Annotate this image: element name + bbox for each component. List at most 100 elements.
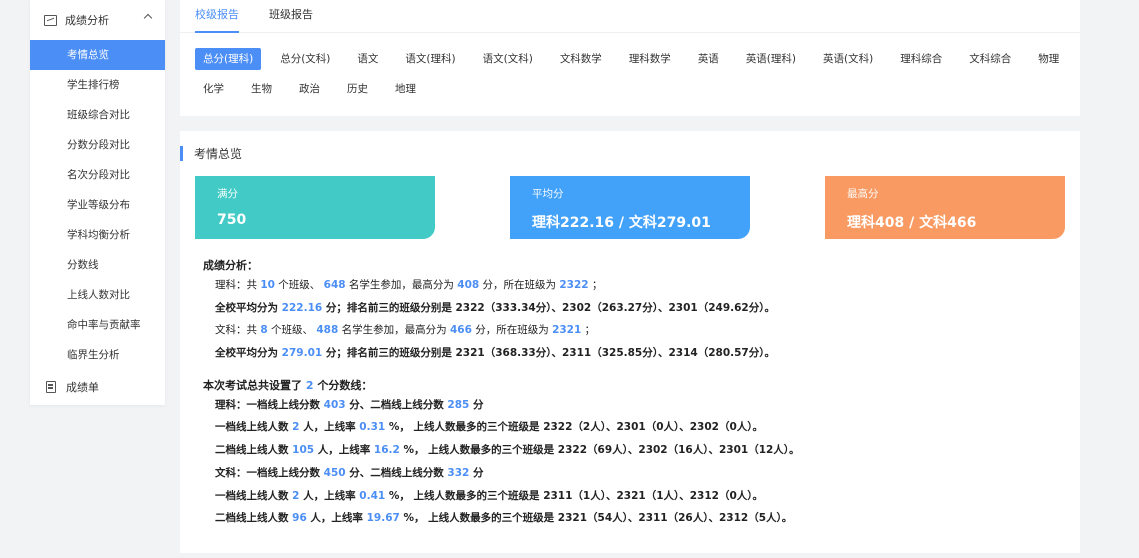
section-title-text: 考情总览 [194, 147, 243, 161]
tab-class-report[interactable]: 班级报告 [269, 0, 313, 33]
subject-physics[interactable]: 物理 [1030, 48, 1067, 70]
value: 8 [260, 324, 268, 337]
value: 16.2 [373, 444, 400, 457]
subject-english-science[interactable]: 英语(理科) [738, 48, 804, 70]
sidebar-item-score-segment[interactable]: 分数分段对比 [30, 130, 165, 160]
subject-chinese-science[interactable]: 语文(理科) [397, 48, 463, 70]
overview-panel: 考情总览 满分 750 平均分 理科222.16 / 文科279.01 最高分 … [180, 131, 1080, 553]
analysis-title: 成绩分析： [203, 259, 258, 272]
sidebar-group-score-analysis[interactable]: 成绩分析 [30, 0, 165, 40]
subject-history[interactable]: 历史 [339, 78, 376, 100]
value: 2321 [552, 324, 582, 337]
liberal-summary-line: 文科：共 8 个班级、 488 名学生参加，最高分为 466 分，所在班级为 2… [203, 319, 1063, 342]
text: 分，所在班级为 [471, 324, 553, 337]
text: 文科：共 [215, 324, 261, 337]
analysis-text: 成绩分析： 理科：共 10 个班级、 648 名学生参加，最高分为 408 分，… [203, 258, 1063, 530]
text: %， 上线人数最多的三个班级是 2311（1人）、2321（1人）、2312（0… [385, 489, 764, 502]
score-lines-title: 本次考试总共设置了 2 个分数线： [203, 378, 1063, 394]
subject-chinese[interactable]: 语文 [349, 48, 386, 70]
sidebar-item-transcript[interactable]: 成绩单 [30, 370, 165, 404]
sidebar-item-rank-segment[interactable]: 名次分段对比 [30, 160, 165, 190]
text: 个班级、 [274, 279, 324, 291]
text: 一档线上线人数 [215, 421, 293, 434]
full-score-value: 750 [217, 212, 247, 228]
subject-liberal-comprehensive[interactable]: 文科综合 [961, 48, 1019, 70]
value: 0.41 [359, 489, 386, 502]
text: 分 [469, 466, 484, 479]
text: 人，上线率 [299, 421, 360, 434]
chevron-up-icon[interactable] [143, 13, 153, 23]
text: 个班级、 [267, 324, 317, 337]
text: ； [581, 324, 596, 337]
sidebar-item-hit-rate[interactable]: 命中率与贡献率 [30, 310, 165, 340]
section-title: 考情总览 [180, 146, 242, 161]
text: 人，上线率 [299, 489, 360, 502]
sidebar-item-grade-distribution[interactable]: 学业等级分布 [30, 190, 165, 220]
value: 466 [449, 324, 472, 337]
subject-science-math[interactable]: 理科数学 [621, 48, 679, 70]
subject-politics[interactable]: 政治 [291, 78, 328, 100]
subject-total-liberal[interactable]: 总分(文科) [272, 48, 338, 70]
text: 名学生参加，最高分为 [338, 324, 450, 337]
text: 分，所在班级为 [479, 279, 560, 291]
text: 分、二档线上线分数 [345, 398, 448, 411]
subject-biology[interactable]: 生物 [243, 78, 280, 100]
text: 本次考试总共设置了 [203, 378, 306, 392]
subject-chemistry[interactable]: 化学 [195, 78, 232, 100]
text: 个分数线： [313, 378, 373, 392]
sidebar-item-subject-balance[interactable]: 学科均衡分析 [30, 220, 165, 250]
average-score-card: 平均分 理科222.16 / 文科279.01 [510, 176, 750, 239]
full-score-label: 满分 [217, 188, 238, 200]
liberal-line-1: 一档线上线人数 2 人，上线率 0.41 %， 上线人数最多的三个班级是 231… [203, 485, 1063, 508]
value: 403 [323, 398, 346, 411]
value: 279.01 [281, 347, 323, 360]
text: 二档线上线人数 [215, 512, 293, 525]
subject-chinese-liberal[interactable]: 语文(文科) [475, 48, 541, 70]
text: 分；排名前三的班级分别是 2321（368.33分）、2311（325.85分）… [322, 347, 775, 360]
text: 名学生参加，最高分为 [345, 279, 458, 291]
sidebar-item-online-count[interactable]: 上线人数对比 [30, 280, 165, 310]
science-line-1: 一档线上线人数 2 人，上线率 0.31 %， 上线人数最多的三个班级是 232… [203, 416, 1063, 439]
value: 10 [260, 279, 275, 291]
subject-english[interactable]: 英语 [690, 48, 727, 70]
text: 分、二档线上线分数 [345, 466, 448, 479]
science-lines-head: 理科：一档线上线分数 403 分、二档线上线分数 285 分 [203, 394, 1063, 417]
sidebar-item-student-ranking[interactable]: 学生排行榜 [30, 70, 165, 100]
subject-english-liberal[interactable]: 英语(文科) [815, 48, 881, 70]
sidebar-item-score-line[interactable]: 分数线 [30, 250, 165, 280]
liberal-average-line: 全校平均分为 279.01 分；排名前三的班级分别是 2321（368.33分）… [203, 342, 1063, 365]
sidebar-item-critical-students[interactable]: 临界生分析 [30, 340, 165, 370]
tab-school-report[interactable]: 校级报告 [195, 0, 239, 33]
chart-icon [44, 14, 57, 26]
value: 222.16 [281, 301, 323, 314]
text: %， 上线人数最多的三个班级是 2321（54人）、2311（26人）、2312… [399, 512, 793, 525]
science-average-line: 全校平均分为 222.16 分；排名前三的班级分别是 2322（333.34分）… [203, 297, 1063, 320]
value: 105 [292, 444, 315, 457]
sidebar-item-class-comparison[interactable]: 班级综合对比 [30, 100, 165, 130]
report-tabs: 校级报告 班级报告 [180, 0, 1080, 33]
text: %， 上线人数最多的三个班级是 2322（2人）、2301（0人）、2302（0… [385, 421, 764, 434]
value: 408 [457, 279, 480, 291]
average-score-value: 理科222.16 / 文科279.01 [532, 215, 711, 231]
section-accent-bar [180, 146, 183, 161]
liberal-lines-head: 文科：一档线上线分数 450 分、二档线上线分数 332 分 [203, 462, 1063, 485]
full-score-card: 满分 750 [195, 176, 435, 239]
value: 96 [292, 512, 307, 525]
max-score-value: 理科408 / 文科466 [847, 215, 977, 231]
subject-geography[interactable]: 地理 [387, 78, 424, 100]
subject-liberal-math[interactable]: 文科数学 [552, 48, 610, 70]
value: 332 [447, 466, 470, 479]
text: 人，上线率 [306, 512, 367, 525]
science-summary-line: 理科：共 10 个班级、 648 名学生参加，最高分为 408 分，所在班级为 … [203, 274, 1063, 297]
sidebar: 成绩分析 考情总览 学生排行榜 班级综合对比 分数分段对比 名次分段对比 学业等… [30, 0, 165, 405]
text: ； [588, 279, 603, 291]
value: 450 [323, 466, 346, 479]
subject-science-comprehensive[interactable]: 理科综合 [892, 48, 950, 70]
subject-total-science[interactable]: 总分(理科) [195, 48, 262, 70]
text: 二档线上线人数 [215, 444, 293, 457]
text: 全校平均分为 [215, 347, 282, 360]
text: 全校平均分为 [215, 301, 282, 314]
text: 一档线上线人数 [215, 489, 293, 502]
sidebar-item-overview[interactable]: 考情总览 [30, 40, 165, 70]
